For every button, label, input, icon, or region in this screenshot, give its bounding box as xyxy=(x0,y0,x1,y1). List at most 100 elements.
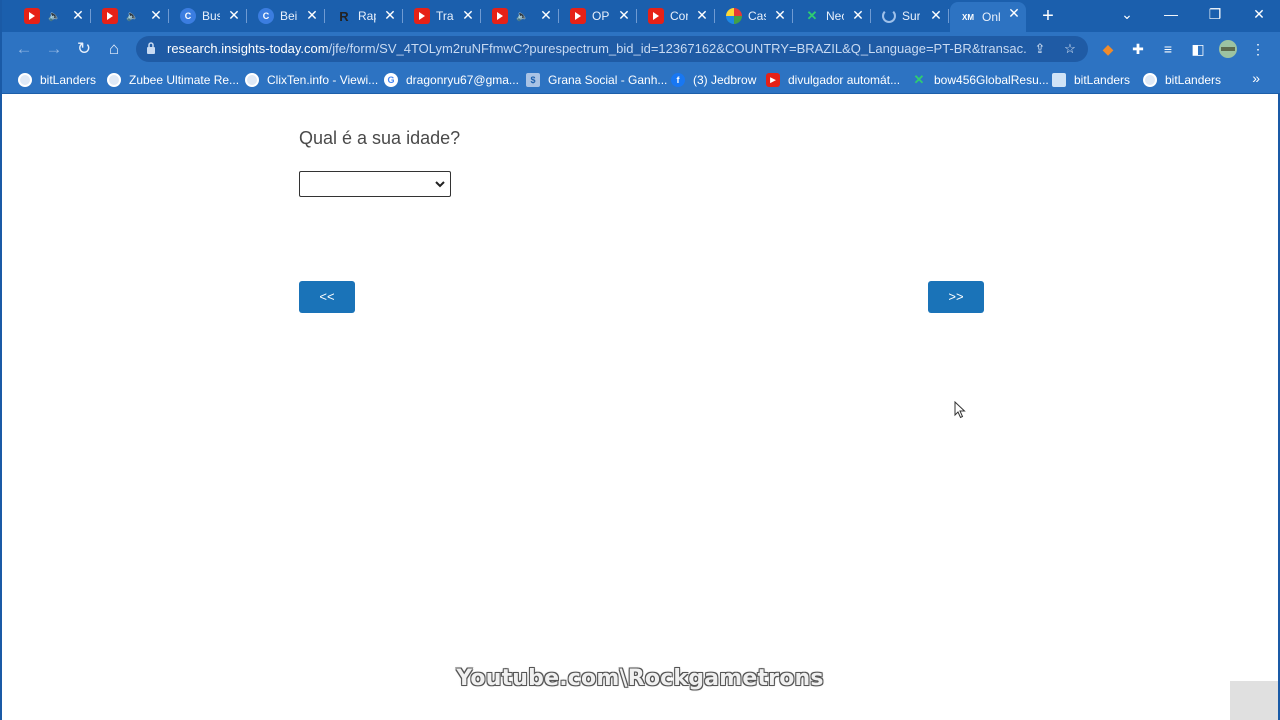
r-icon: R xyxy=(336,8,352,24)
corner-overlay xyxy=(1230,681,1278,720)
side-panel-icon[interactable]: ◧ xyxy=(1188,39,1208,59)
url-path: /jfe/form/SV_4TOLym2ruNFfmwC?purespectru… xyxy=(328,41,1027,56)
profile-avatar[interactable] xyxy=(1218,39,1238,59)
tab-title: OPI xyxy=(592,9,610,23)
previous-button[interactable]: << xyxy=(299,281,355,313)
browser-tab[interactable]: Cas ✕ xyxy=(716,4,793,28)
browser-tab[interactable]: 🔈 ✕ xyxy=(482,4,559,28)
close-tab-icon[interactable]: ✕ xyxy=(226,7,242,23)
tab-separator xyxy=(402,9,403,23)
browser-tab[interactable]: OPI ✕ xyxy=(560,4,637,28)
window-close-button[interactable]: ✕ xyxy=(1236,0,1280,30)
bookmark-item[interactable]: f (3) Jedbrow xyxy=(671,71,756,89)
mouse-pointer-icon xyxy=(954,401,966,419)
minimize-button[interactable]: — xyxy=(1148,0,1194,30)
page-content: Qual é a sua idade? << >> Youtube.com\Ro… xyxy=(2,95,1278,720)
bookmark-item[interactable]: bitLanders xyxy=(1143,71,1221,89)
browser-tab[interactable]: XM Onl ✕ xyxy=(950,2,1026,32)
browser-tab[interactable]: Cor ✕ xyxy=(638,4,715,28)
forward-icon[interactable]: → xyxy=(43,38,65,60)
url-text: research.insights-today.com/jfe/form/SV_… xyxy=(167,41,1027,56)
tab-title: Sur xyxy=(902,9,920,23)
close-tab-icon[interactable]: ✕ xyxy=(616,7,632,23)
tab-title: Cas xyxy=(748,9,766,23)
bookmark-label: bitLanders xyxy=(40,73,97,87)
share-icon[interactable]: ⇪ xyxy=(1031,40,1049,58)
chevron-down-icon xyxy=(435,181,445,188)
new-tab-button[interactable]: + xyxy=(1037,5,1059,27)
close-tab-icon[interactable]: ✕ xyxy=(1006,5,1022,21)
browser-tab[interactable]: Tra ✕ xyxy=(404,4,481,28)
youtube-icon xyxy=(24,8,40,24)
tab-title: Nec xyxy=(826,9,844,23)
close-tab-icon[interactable]: ✕ xyxy=(148,7,164,23)
tab-search-button[interactable]: ⌄ xyxy=(1104,0,1150,30)
speaker-icon[interactable]: 🔈 xyxy=(48,11,60,22)
youtube-icon xyxy=(492,8,508,24)
tab-title: Cor xyxy=(670,9,688,23)
globe-icon xyxy=(245,73,259,87)
speaker-icon[interactable]: 🔈 xyxy=(516,11,528,22)
close-tab-icon[interactable]: ✕ xyxy=(70,7,86,23)
globe-icon xyxy=(107,73,121,87)
address-bar[interactable]: research.insights-today.com/jfe/form/SV_… xyxy=(136,36,1088,62)
close-tab-icon[interactable]: ✕ xyxy=(460,7,476,23)
bookmark-item[interactable]: bitLanders xyxy=(1052,71,1130,89)
home-icon[interactable]: ⌂ xyxy=(103,38,125,60)
close-tab-icon[interactable]: ✕ xyxy=(928,7,944,23)
extensions-puzzle-icon[interactable]: ✚ xyxy=(1128,39,1148,59)
close-tab-icon[interactable]: ✕ xyxy=(694,7,710,23)
age-dropdown[interactable] xyxy=(299,171,451,197)
navigation-toolbar: ← → ↻ ⌂ research.insights-today.com/jfe/… xyxy=(2,32,1280,66)
more-bookmarks-chevron-icon[interactable]: » xyxy=(1252,70,1260,86)
grana-icon: $ xyxy=(526,73,540,87)
bookmark-item[interactable]: ClixTen.info - Viewi... xyxy=(245,71,378,89)
lock-icon xyxy=(147,42,155,54)
tab-separator xyxy=(948,9,949,23)
tab-separator xyxy=(246,9,247,23)
restore-button[interactable]: ❐ xyxy=(1192,0,1238,30)
tab-separator xyxy=(90,9,91,23)
pinwheel-icon xyxy=(726,8,742,24)
xm-icon: XM xyxy=(962,12,974,22)
bookmark-item[interactable]: $ Grana Social - Ganh... xyxy=(526,71,667,89)
bookmark-item[interactable]: Gdragonryu67@gma... xyxy=(384,71,519,89)
browser-tab[interactable]: 🔈 ✕ xyxy=(92,4,169,28)
bookmark-item[interactable]: bitLanders xyxy=(18,71,96,89)
close-tab-icon[interactable]: ✕ xyxy=(538,7,554,23)
close-tab-icon[interactable]: ✕ xyxy=(304,7,320,23)
bookmark-label: Zubee Ultimate Re... xyxy=(129,73,240,87)
tab-separator xyxy=(324,9,325,23)
tab-separator xyxy=(792,9,793,23)
close-tab-icon[interactable]: ✕ xyxy=(382,7,398,23)
youtube-icon xyxy=(414,8,430,24)
browser-tab[interactable]: 🔈 ✕ xyxy=(14,4,91,28)
youtube-icon: ▶ xyxy=(766,73,780,87)
metamask-icon[interactable]: ◆ xyxy=(1098,39,1118,59)
close-tab-icon[interactable]: ✕ xyxy=(850,7,866,23)
bookmark-item[interactable]: Zubee Ultimate Re... xyxy=(107,71,239,89)
url-host: research.insights-today.com xyxy=(167,41,329,56)
bookmark-star-icon[interactable]: ☆ xyxy=(1061,40,1079,58)
browser-tab[interactable]: C Bei ✕ xyxy=(248,4,325,28)
menu-kebab-icon[interactable]: ⋮ xyxy=(1248,39,1268,59)
youtube-icon xyxy=(570,8,586,24)
globe-icon xyxy=(1143,73,1157,87)
back-icon[interactable]: ← xyxy=(13,38,35,60)
browser-tab[interactable]: R Rap ✕ xyxy=(326,4,403,28)
browser-tab[interactable]: ✕ Nec ✕ xyxy=(794,4,871,28)
browser-tab[interactable]: C Bus ✕ xyxy=(170,4,247,28)
tab-separator xyxy=(480,9,481,23)
media-control-icon[interactable]: ≡ xyxy=(1158,39,1178,59)
reload-icon[interactable]: ↻ xyxy=(73,38,95,60)
speaker-icon[interactable]: 🔈 xyxy=(126,11,138,22)
browser-tab[interactable]: Sur ✕ xyxy=(872,4,949,28)
clixten-icon: C xyxy=(180,8,196,24)
next-button[interactable]: >> xyxy=(928,281,984,313)
x-logo-icon: ✕ xyxy=(913,72,925,87)
bookmark-item[interactable]: ▶ divulgador automát... xyxy=(766,71,900,89)
close-tab-icon[interactable]: ✕ xyxy=(772,7,788,23)
bookmark-label: bitLanders xyxy=(1074,73,1131,87)
bookmark-item[interactable]: ✕ bow456GlobalResu... xyxy=(912,71,1049,89)
bookmark-label: bitLanders xyxy=(1165,73,1222,87)
